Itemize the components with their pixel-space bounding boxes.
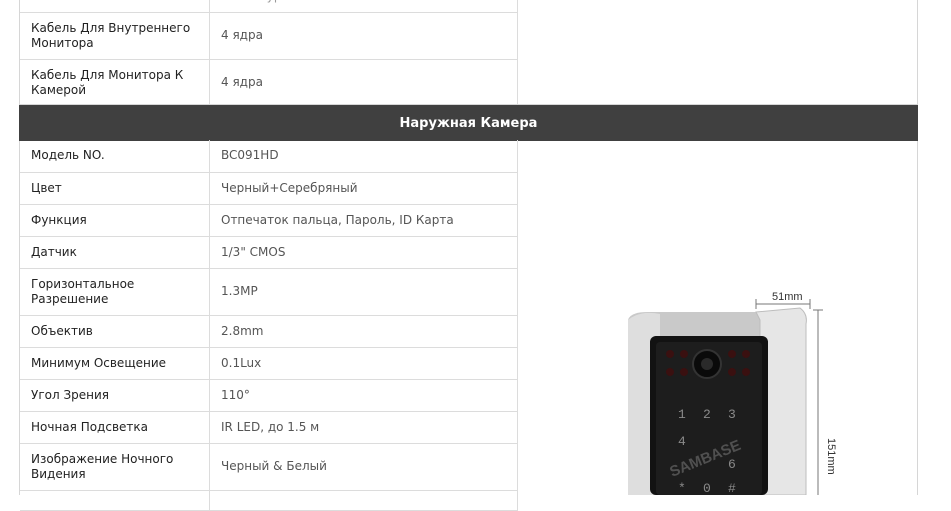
spec-value: Отпечаток пальца, Пароль, ID Карта — [209, 204, 518, 237]
table-row: Кабель Для Внутреннего Монитора 4 ядра — [20, 12, 518, 60]
spec-value: 1/3" CMOS — [209, 236, 518, 269]
spec-value: 2.8mm — [209, 315, 518, 348]
spec-label: Модель NO. — [20, 140, 210, 173]
spec-value: Черный+Серебряный — [209, 172, 518, 205]
spec-value: ... ... ... ур — [209, 0, 518, 13]
svg-text:2: 2 — [703, 407, 711, 422]
section-header: Наружная Камера — [19, 105, 918, 141]
spec-table-outdoor-camera: Модель NO. BC091HD Цвет Черный+Серебряны… — [20, 140, 518, 511]
spec-value: 1.3MP — [209, 268, 518, 316]
spec-table-previous: ... ... ... ур Кабель Для Внутреннего Мо… — [20, 0, 518, 107]
spec-label: Датчик — [20, 236, 210, 269]
svg-text:1: 1 — [678, 407, 686, 422]
product-image-doorbell-camera: 51mm 151mm 1 2 3 4 6 * 0 # SAMBASE — [600, 280, 860, 496]
spec-value: 4 ядра — [209, 12, 518, 60]
svg-text:3: 3 — [728, 407, 736, 422]
table-row: Цвет Черный+Серебряный — [20, 172, 518, 205]
spec-value: 4 ядра — [209, 59, 518, 107]
spec-value: 110° — [209, 379, 518, 412]
spec-label — [20, 0, 210, 13]
svg-text:0: 0 — [703, 481, 711, 495]
svg-text:*: * — [678, 481, 686, 495]
spec-value: IR LED, до 1.5 м — [209, 411, 518, 444]
spec-label: Угол Зрения — [20, 379, 210, 412]
table-row: Горизонтальное Разрешение 1.3MP — [20, 268, 518, 316]
frame-right-border — [917, 0, 918, 495]
table-row: Изображение Ночного Видения Черный & Бел… — [20, 443, 518, 491]
table-row: Функция Отпечаток пальца, Пароль, ID Кар… — [20, 204, 518, 237]
spec-value — [209, 490, 518, 511]
spec-value: Черный & Белый — [209, 443, 518, 491]
camera-illustration: 51mm 151mm 1 2 3 4 6 * 0 # SAMBASE — [628, 291, 837, 496]
spec-value: 0.1Lux — [209, 347, 518, 380]
table-row: Минимум Освещение 0.1Lux — [20, 347, 518, 380]
table-row: ... ... ... ур — [20, 0, 518, 13]
height-dimension-label: 151mm — [825, 438, 837, 475]
width-dimension-label: 51mm — [772, 291, 803, 303]
spec-label: Кабель Для Внутреннего Монитора — [20, 12, 210, 60]
spec-label — [20, 490, 210, 511]
spec-label: Изображение Ночного Видения — [20, 443, 210, 491]
spec-label: Кабель Для Монитора К Камерой — [20, 59, 210, 107]
svg-text:#: # — [728, 481, 736, 495]
table-row — [20, 490, 518, 511]
spec-label: Объектив — [20, 315, 210, 348]
svg-text:4: 4 — [678, 434, 686, 449]
spec-label: Ночная Подсветка — [20, 411, 210, 444]
table-row: Кабель Для Монитора К Камерой 4 ядра — [20, 59, 518, 107]
spec-label: Цвет — [20, 172, 210, 205]
table-row: Ночная Подсветка IR LED, до 1.5 м — [20, 411, 518, 444]
svg-text:6: 6 — [728, 457, 736, 472]
spec-label: Горизонтальное Разрешение — [20, 268, 210, 316]
spec-value: BC091HD — [209, 140, 518, 173]
table-row: Угол Зрения 110° — [20, 379, 518, 412]
spec-label: Минимум Освещение — [20, 347, 210, 380]
table-row: Модель NO. BC091HD — [20, 140, 518, 173]
spec-label: Функция — [20, 204, 210, 237]
table-row: Датчик 1/3" CMOS — [20, 236, 518, 269]
table-row: Объектив 2.8mm — [20, 315, 518, 348]
